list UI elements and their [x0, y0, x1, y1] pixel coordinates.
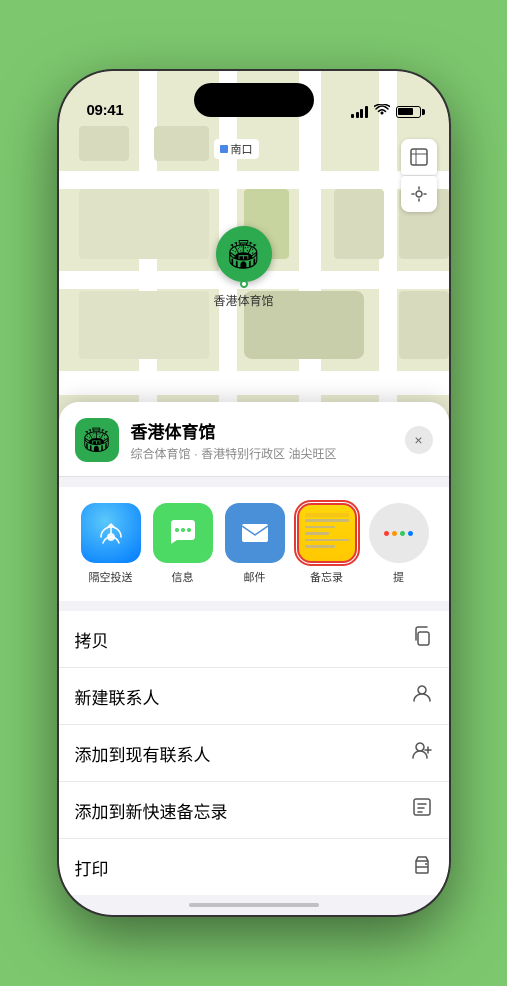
- location-button[interactable]: [401, 176, 437, 212]
- status-icons: [351, 104, 421, 119]
- home-indicator: [189, 903, 319, 907]
- action-add-quick-note[interactable]: 添加到新快速备忘录: [59, 782, 449, 839]
- app-item-mail[interactable]: 邮件: [219, 503, 291, 585]
- signal-icon: [351, 106, 368, 118]
- pin-circle: 🏟: [216, 226, 272, 282]
- print-icon: [411, 853, 433, 881]
- app-item-more[interactable]: 提: [363, 503, 435, 585]
- action-copy[interactable]: 拷贝: [59, 611, 449, 668]
- app-item-airdrop[interactable]: 隔空投送: [75, 503, 147, 585]
- venue-subtitle: 综合体育馆 · 香港特别行政区 油尖旺区: [131, 445, 393, 462]
- venue-name: 香港体育馆: [131, 418, 393, 443]
- venue-text: 香港体育馆 综合体育馆 · 香港特别行政区 油尖旺区: [131, 418, 393, 462]
- bottom-sheet: 🏟 香港体育馆 综合体育馆 · 香港特别行政区 油尖旺区 ×: [59, 402, 449, 915]
- dynamic-island: [194, 83, 314, 117]
- notes-icon: [297, 503, 357, 563]
- more-label: 提: [393, 569, 404, 585]
- airdrop-label: 隔空投送: [89, 569, 133, 585]
- app-item-notes[interactable]: 备忘录: [291, 503, 363, 585]
- status-time: 09:41: [87, 102, 124, 119]
- venue-pin[interactable]: 🏟 香港体育馆: [214, 226, 274, 309]
- share-apps-row: 隔空投送 信息: [59, 487, 449, 601]
- battery-icon: [396, 106, 421, 118]
- venue-pin-icon: 🏟: [226, 238, 262, 271]
- mail-icon: [225, 503, 285, 563]
- phone-frame: 09:41: [59, 71, 449, 915]
- action-add-existing-contact[interactable]: 添加到现有联系人: [59, 725, 449, 782]
- venue-pin-label: 香港体育馆: [214, 292, 274, 309]
- person-icon: [411, 682, 433, 710]
- map-type-button[interactable]: [401, 139, 437, 175]
- messages-icon: [153, 503, 213, 563]
- copy-icon: [411, 625, 433, 653]
- wifi-icon: [374, 104, 390, 119]
- more-icon: [369, 503, 429, 563]
- note-icon: [411, 796, 433, 824]
- phone-screen: 09:41: [59, 71, 449, 915]
- action-print[interactable]: 打印: [59, 839, 449, 895]
- notes-label: 备忘录: [310, 569, 343, 585]
- app-item-messages[interactable]: 信息: [147, 503, 219, 585]
- venue-info-header: 🏟 香港体育馆 综合体育馆 · 香港特别行政区 油尖旺区 ×: [59, 402, 449, 477]
- map-controls: [401, 139, 437, 212]
- venue-logo: 🏟: [75, 418, 119, 462]
- action-list: 拷贝 新建联系人: [59, 611, 449, 895]
- messages-label: 信息: [172, 569, 194, 585]
- close-button[interactable]: ×: [405, 426, 433, 454]
- map-label: 南口: [214, 139, 259, 159]
- person-add-icon: [411, 739, 433, 767]
- airdrop-icon: [81, 503, 141, 563]
- mail-label: 邮件: [244, 569, 266, 585]
- action-new-contact[interactable]: 新建联系人: [59, 668, 449, 725]
